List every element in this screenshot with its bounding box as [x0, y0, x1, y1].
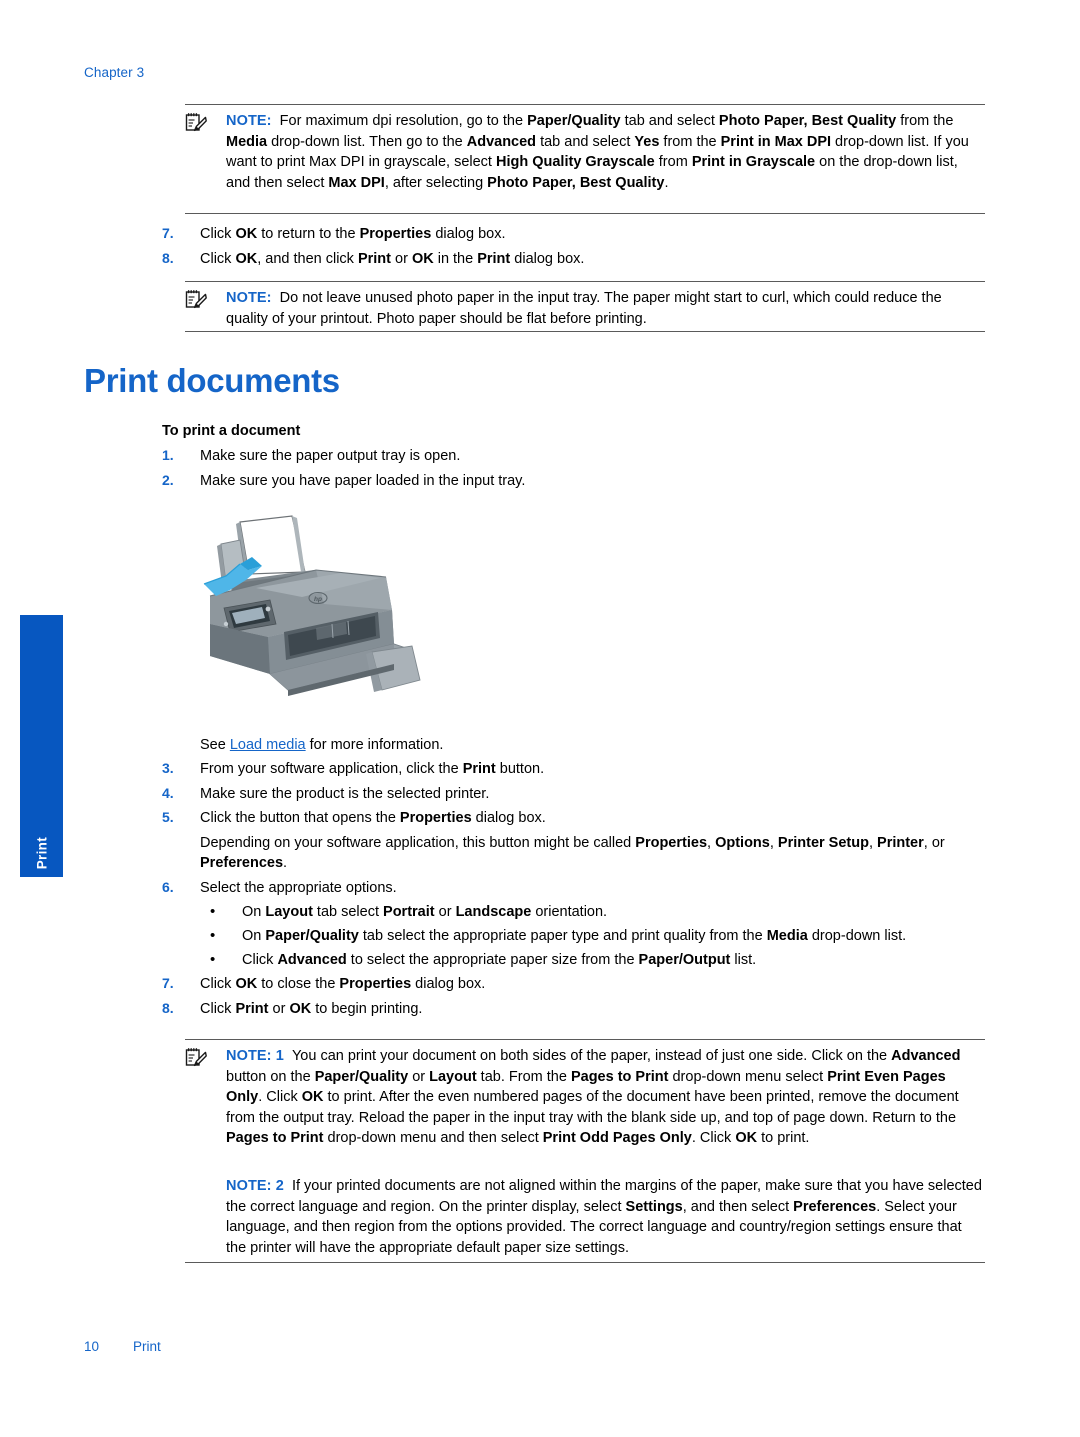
- steps-list-top: 7. Click OK to return to the Properties …: [162, 224, 1022, 273]
- step-number: 8.: [162, 249, 174, 266]
- note-alignment: NOTE: 2 If your printed documents are no…: [185, 1176, 985, 1258]
- note-pad-icon: [185, 1047, 207, 1067]
- steps-list-1-2: 1. Make sure the paper output tray is op…: [162, 446, 1022, 495]
- list-item: 3. From your software application, click…: [162, 759, 1022, 780]
- bullet-text: On Paper/Quality tab select the appropri…: [242, 928, 907, 945]
- step-number: 1.: [162, 447, 174, 463]
- list-item: 5. Click the button that opens the Prope…: [162, 808, 1022, 829]
- divider-rule: [185, 281, 985, 282]
- note-pad-icon: [185, 112, 207, 132]
- step-text: Click Print or OK to begin printing.: [200, 1000, 423, 1017]
- step-number: 8.: [162, 999, 174, 1016]
- step-text: Select the appropriate options.: [200, 879, 397, 896]
- list-item: 1. Make sure the paper output tray is op…: [162, 446, 1022, 467]
- step-6-bullets: • On Layout tab select Portrait or Lands…: [200, 902, 1022, 970]
- step-text: Make sure the product is the selected pr…: [200, 785, 490, 802]
- note-keyword: NOTE: 2: [226, 1178, 284, 1194]
- step-text: Click the button that opens the Properti…: [200, 810, 546, 827]
- divider-rule: [185, 1039, 985, 1040]
- section-subheading: To print a document: [162, 423, 301, 439]
- list-item: 7. Click OK to return to the Properties …: [162, 224, 1022, 245]
- step-number: 7.: [162, 975, 174, 992]
- divider-rule: [185, 1262, 985, 1263]
- see-also-prefix: See: [200, 737, 230, 753]
- step-number: 3.: [162, 760, 174, 776]
- steps-list-3-5: 3. From your software application, click…: [162, 759, 1022, 1023]
- see-also-suffix: for more information.: [305, 737, 444, 753]
- step-text: Click OK, and then click Print or OK in …: [200, 250, 585, 267]
- bullet-text: Click Advanced to select the appropriate…: [242, 951, 757, 968]
- svg-text:hp: hp: [314, 596, 322, 603]
- note-keyword: NOTE:: [226, 290, 272, 306]
- list-item: 6. Select the appropriate options.: [162, 878, 1022, 899]
- note-keyword: NOTE:: [226, 113, 272, 129]
- step-number: 5.: [162, 809, 174, 826]
- bullet-icon: •: [210, 950, 216, 968]
- note-text: Do not leave unused photo paper in the i…: [226, 290, 942, 327]
- divider-rule: [185, 213, 985, 214]
- note-text: For maximum dpi resolution, go to the Pa…: [226, 113, 969, 191]
- step-text: Make sure the paper output tray is open.: [200, 448, 461, 464]
- list-item: 2. Make sure you have paper loaded in th…: [162, 471, 1022, 492]
- divider-rule: [185, 331, 985, 332]
- list-item: • On Paper/Quality tab select the approp…: [200, 926, 1022, 947]
- step-5-note: Depending on your software application, …: [200, 834, 945, 872]
- step-text: Click OK to close the Properties dialog …: [200, 976, 486, 993]
- step-number: 7.: [162, 225, 174, 241]
- see-also-line: See Load media for more information.: [200, 735, 443, 756]
- list-item: 4. Make sure the product is the selected…: [162, 784, 1022, 805]
- printer-illustration: hp: [196, 504, 456, 719]
- step-text: From your software application, click th…: [200, 761, 545, 777]
- load-media-link[interactable]: Load media: [230, 737, 306, 753]
- note-pad-icon: [185, 289, 207, 309]
- note-photo-paper: NOTE: Do not leave unused photo paper in…: [185, 288, 985, 329]
- note-duplex: NOTE: 1 You can print your document on b…: [185, 1046, 985, 1149]
- chapter-label: Chapter 3: [84, 65, 145, 80]
- page-title: Print documents: [84, 362, 340, 399]
- note-text: If your printed documents are not aligne…: [226, 1178, 982, 1256]
- side-tab-print: Print: [20, 615, 63, 877]
- note-max-dpi: NOTE: For maximum dpi resolution, go to …: [185, 111, 985, 193]
- divider-rule: [185, 104, 985, 105]
- step-number: 4.: [162, 784, 174, 801]
- list-item: • Click Advanced to select the appropria…: [200, 950, 1022, 971]
- bullet-icon: •: [210, 927, 216, 945]
- bullet-text: On Layout tab select Portrait or Landsca…: [242, 904, 608, 921]
- step-text: Make sure you have paper loaded in the i…: [200, 472, 526, 489]
- footer-page-number: 10: [84, 1339, 100, 1354]
- footer-section-label: Print: [133, 1339, 161, 1354]
- note-keyword: NOTE: 1: [226, 1048, 284, 1064]
- step-number: 2.: [162, 471, 174, 488]
- step-number: 6.: [162, 878, 174, 895]
- list-item: • On Layout tab select Portrait or Lands…: [200, 902, 1022, 923]
- page-footer: 10 Print: [84, 1337, 161, 1356]
- list-item: 8. Click Print or OK to begin printing.: [162, 999, 1022, 1020]
- bullet-icon: •: [210, 903, 216, 921]
- note-text: You can print your document on both side…: [226, 1048, 961, 1147]
- list-item: 7. Click OK to close the Properties dial…: [162, 974, 1022, 995]
- side-tab-label: Print: [33, 836, 49, 869]
- step-text: Click OK to return to the Properties dia…: [200, 226, 506, 242]
- list-item: 8. Click OK, and then click Print or OK …: [162, 249, 1022, 270]
